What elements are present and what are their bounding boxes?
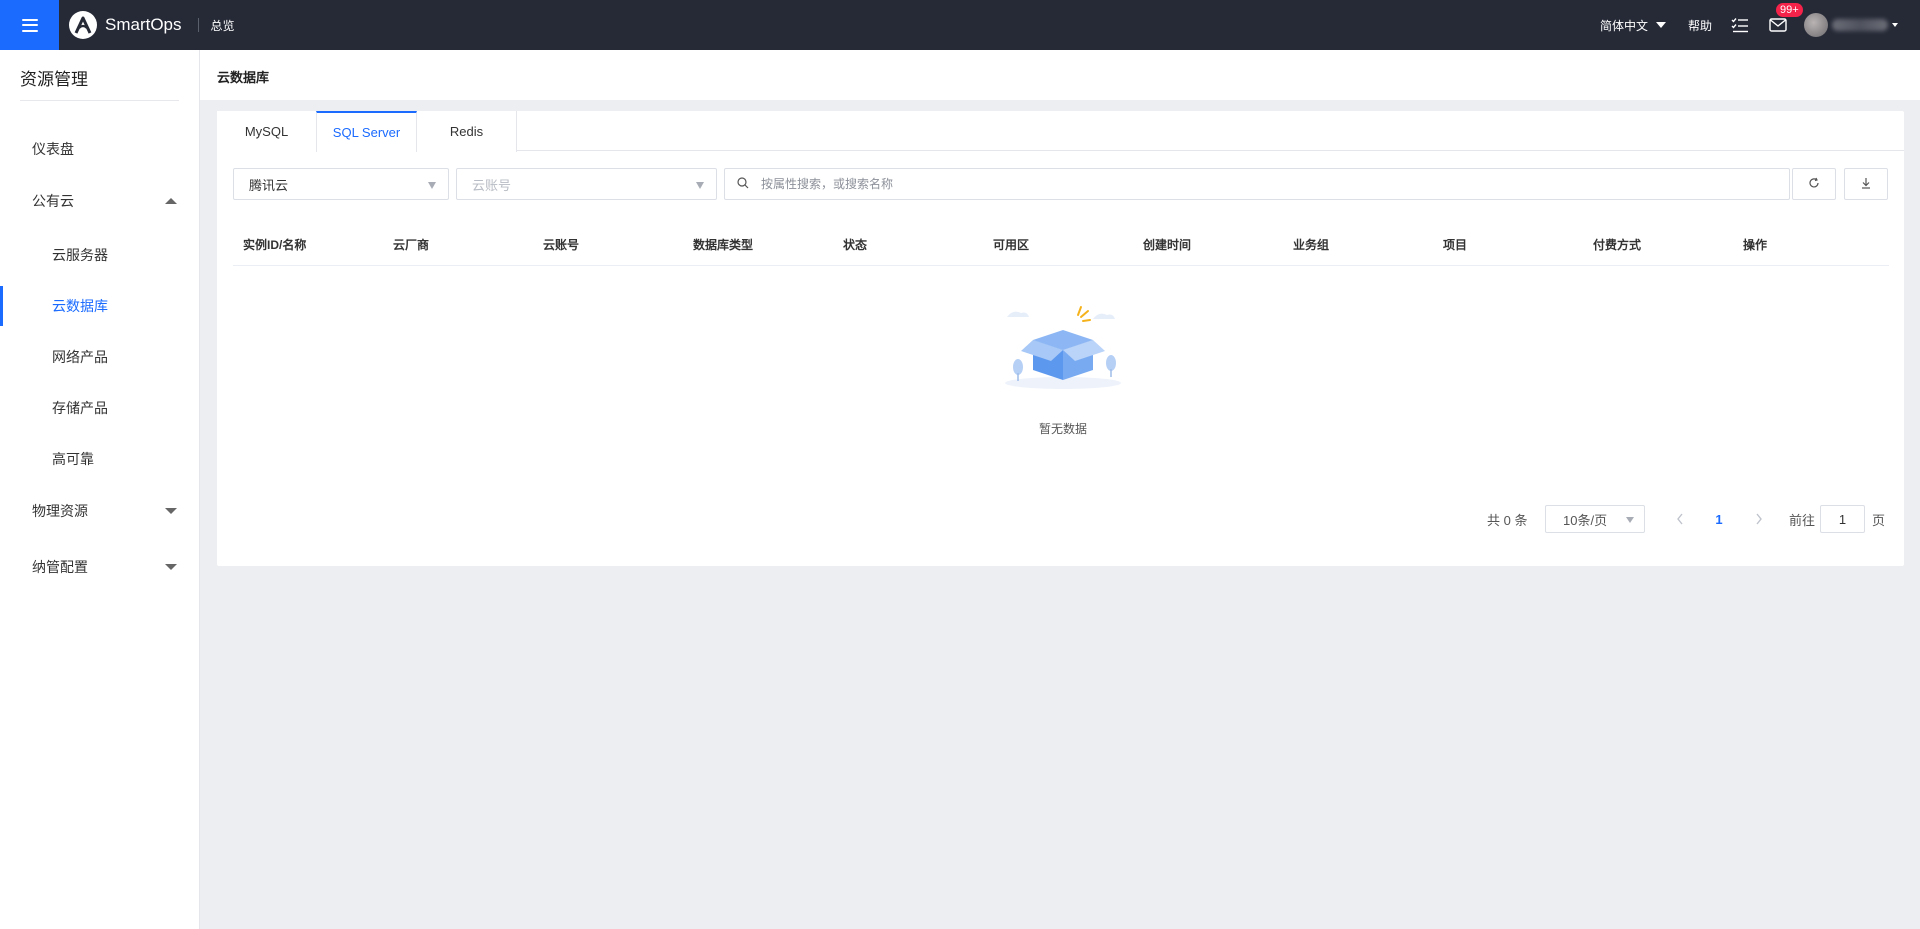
help-link[interactable]: 帮助: [1688, 17, 1712, 34]
menu-toggle-button[interactable]: [0, 0, 59, 50]
column-header: 状态: [843, 238, 868, 252]
prev-page-button[interactable]: [1668, 505, 1692, 533]
sidebar-item-physical-resources[interactable]: 物理资源: [0, 491, 199, 531]
language-select[interactable]: 简体中文: [1600, 17, 1666, 34]
refresh-button[interactable]: [1792, 168, 1836, 200]
mail-icon[interactable]: 99+: [1768, 3, 1803, 35]
breadcrumb-bar: 云数据库: [200, 50, 1920, 100]
user-menu[interactable]: [1804, 13, 1898, 37]
sidebar-item-label: 云数据库: [52, 298, 108, 314]
account-select[interactable]: 云账号: [456, 168, 717, 200]
page-size-value: 10条/页: [1563, 512, 1608, 528]
task-list-icon[interactable]: [1730, 15, 1750, 35]
empty-state: 暂无数据: [993, 295, 1133, 436]
chevron-down-icon: [165, 508, 177, 514]
sidebar-item-label: 仪表盘: [32, 141, 74, 157]
sidebar-item-label: 公有云: [32, 193, 74, 209]
notification-badge: 99+: [1776, 3, 1803, 17]
sidebar-item-cloud-database[interactable]: 云数据库: [0, 286, 199, 326]
column-header: 操作: [1743, 238, 1768, 252]
column-header: 可用区: [993, 238, 1030, 252]
sidebar-item-label: 纳管配置: [32, 559, 88, 575]
column-header: 项目: [1443, 238, 1468, 252]
next-page-button[interactable]: [1747, 505, 1771, 533]
sidebar-item-high-availability[interactable]: 高可靠: [0, 439, 199, 479]
sidebar-title: 资源管理: [20, 70, 88, 89]
goto-suffix: 页: [1872, 512, 1886, 528]
sidebar-item-dashboard[interactable]: 仪表盘: [0, 129, 199, 169]
column-header: 数据库类型: [693, 238, 754, 252]
pagination-total: 共 0 条: [1487, 512, 1528, 528]
empty-box-illustration: [1005, 306, 1121, 389]
download-button[interactable]: [1844, 168, 1888, 200]
sidebar-item-public-cloud[interactable]: 公有云: [0, 181, 199, 221]
brand-logo[interactable]: SmartOps: [69, 11, 182, 39]
sidebar-item-managed-config[interactable]: 纳管配置: [0, 547, 199, 587]
table-header: 实例ID/名称 云厂商 云账号 数据库类型 状态 可用区 创建时间 业务组 项目…: [233, 222, 1889, 266]
column-header: 业务组: [1293, 238, 1330, 252]
sidebar-item-label: 物理资源: [32, 503, 88, 519]
caret-down-icon: [1626, 517, 1634, 523]
chevron-down-icon: [1655, 22, 1666, 28]
caret-down-icon: [428, 182, 436, 189]
sidebar-item-label: 高可靠: [52, 451, 94, 467]
sidebar: 资源管理 仪表盘 公有云 云服务器 云数据库 网络产品 存储产品 高可靠 物理资…: [0, 50, 200, 929]
page-size-select[interactable]: 10条/页: [1545, 505, 1645, 533]
search-icon: [737, 176, 749, 192]
page-number-current[interactable]: 1: [1707, 505, 1731, 533]
tab-bar: MySQL SQL Server Redis: [217, 111, 1904, 152]
chevron-right-icon: [1756, 513, 1762, 525]
vendor-select[interactable]: 腾讯云: [233, 168, 449, 200]
column-header: 付费方式: [1593, 238, 1642, 252]
chevron-down-icon: [1892, 23, 1898, 27]
tab-mysql[interactable]: MySQL: [217, 111, 317, 152]
sidebar-item-network[interactable]: 网络产品: [0, 337, 199, 377]
sidebar-item-cloud-server[interactable]: 云服务器: [0, 235, 199, 275]
column-header: 实例ID/名称: [243, 238, 307, 252]
column-header: 云厂商: [393, 238, 430, 252]
vendor-select-value: 腾讯云: [249, 177, 289, 193]
divider: [197, 18, 199, 32]
chevron-up-icon: [165, 198, 177, 204]
column-header: 云账号: [543, 238, 580, 252]
hamburger-icon: [21, 18, 38, 32]
top-bar: SmartOps 总览 简体中文 帮助 99+: [0, 0, 1920, 50]
tab-sql-server[interactable]: SQL Server: [316, 111, 417, 152]
chevron-down-icon: [165, 564, 177, 570]
smartops-logo-icon: [69, 11, 97, 39]
search-input[interactable]: [761, 177, 1661, 191]
refresh-icon: [1808, 177, 1820, 192]
sidebar-item-label: 网络产品: [52, 349, 108, 365]
chevron-left-icon: [1677, 513, 1683, 525]
sidebar-item-label: 云服务器: [52, 247, 108, 263]
download-icon: [1860, 177, 1872, 192]
database-panel: MySQL SQL Server Redis 腾讯云 云账号 实例ID/名称 云…: [217, 111, 1904, 566]
caret-down-icon: [696, 182, 704, 189]
column-header: 创建时间: [1143, 238, 1192, 252]
nav-overview-link[interactable]: 总览: [211, 17, 235, 34]
username-blurred: [1832, 19, 1888, 31]
goto-prefix: 前往: [1789, 512, 1816, 528]
avatar: [1804, 13, 1828, 37]
language-label: 简体中文: [1599, 18, 1648, 33]
page-title: 云数据库: [217, 70, 270, 85]
search-box[interactable]: [724, 168, 1790, 200]
tab-redis[interactable]: Redis: [417, 111, 517, 152]
divider: [20, 100, 179, 101]
sidebar-item-label: 存储产品: [52, 400, 108, 416]
goto-page-input[interactable]: [1820, 505, 1865, 533]
empty-text: 暂无数据: [1038, 422, 1087, 436]
brand-name: SmartOps: [105, 15, 182, 34]
sidebar-item-storage[interactable]: 存储产品: [0, 388, 199, 428]
account-select-placeholder: 云账号: [472, 177, 512, 193]
